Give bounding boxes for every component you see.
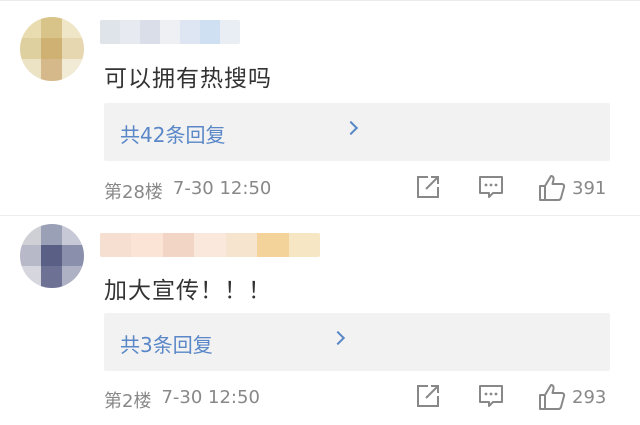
thumbs-up-icon — [539, 175, 566, 201]
comment-button[interactable] — [478, 174, 504, 200]
comment-icon — [479, 385, 503, 407]
chevron-right-icon — [330, 330, 346, 346]
timestamp: 7-30 12:50 — [172, 178, 272, 199]
comment-meta: 第2楼 7-30 12:50 — [104, 387, 260, 413]
like-button[interactable]: 391 — [538, 174, 606, 202]
like-count: 293 — [572, 386, 607, 408]
share-button[interactable] — [415, 383, 441, 409]
chevron-right-icon — [343, 120, 359, 136]
timestamp: 7-30 12:50 — [161, 387, 260, 408]
share-icon — [417, 176, 439, 198]
share-button[interactable] — [415, 174, 441, 200]
reply-count-link[interactable]: 共3条回复 — [104, 313, 610, 371]
comment-text: 可以拥有热搜吗 — [104, 66, 272, 92]
like-count: 391 — [572, 177, 607, 199]
comment-item: 加大宣传！！！ 共3条回复 第2楼 7-30 12:50 293 — [0, 216, 640, 425]
comment-text: 加大宣传！！！ — [104, 278, 272, 304]
reply-count-label: 共42条回复 — [120, 123, 226, 147]
share-icon — [417, 385, 439, 407]
comment-meta: 第28楼 7-30 12:50 — [104, 178, 271, 204]
username-blurred[interactable] — [100, 233, 320, 257]
comment-icon — [479, 176, 503, 198]
like-button[interactable]: 293 — [538, 383, 606, 411]
floor-number: 第2楼 — [104, 391, 152, 412]
avatar[interactable] — [20, 17, 84, 81]
avatar[interactable] — [20, 224, 84, 288]
thumbs-up-icon — [539, 384, 566, 410]
reply-count-label: 共3条回复 — [120, 333, 213, 357]
comment-item: 可以拥有热搜吗 共42条回复 第28楼 7-30 12:50 391 — [0, 0, 640, 216]
comment-button[interactable] — [478, 383, 504, 409]
floor-number: 第28楼 — [104, 182, 163, 203]
reply-count-link[interactable]: 共42条回复 — [104, 103, 610, 161]
username-blurred[interactable] — [100, 20, 240, 44]
